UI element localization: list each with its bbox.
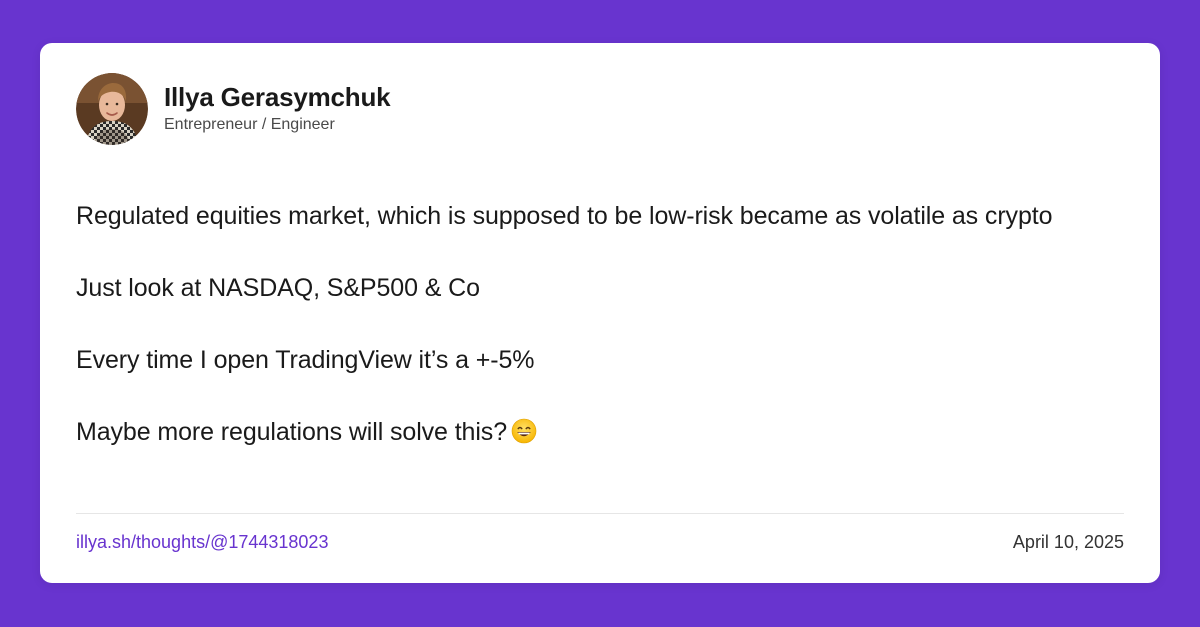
footer-divider xyxy=(76,513,1124,514)
post-paragraph: Regulated equities market, which is supp… xyxy=(76,202,1053,230)
author-header: Illya Gerasymchuk Entrepreneur / Enginee… xyxy=(76,73,391,145)
post-card: Illya Gerasymchuk Entrepreneur / Enginee… xyxy=(40,43,1160,583)
post-paragraph-last: Maybe more regulations will solve this? xyxy=(76,414,1106,450)
grinning-face-icon xyxy=(511,418,537,444)
post-paragraph-text: Maybe more regulations will solve this? xyxy=(76,418,508,446)
author-role: Entrepreneur / Engineer xyxy=(164,116,335,133)
author-name[interactable]: Illya Gerasymchuk xyxy=(164,82,391,112)
author-info: Illya Gerasymchuk Entrepreneur / Enginee… xyxy=(164,82,391,136)
permalink[interactable]: illya.sh/thoughts/@1744318023 xyxy=(76,530,328,554)
post-body: Regulated equities market, which is supp… xyxy=(76,198,1106,450)
post-paragraph: Every time I open TradingView it’s a +-5… xyxy=(76,346,535,374)
avatar[interactable] xyxy=(76,73,148,145)
post-paragraph: Just look at NASDAQ, S&P500 & Co xyxy=(76,274,480,302)
post-date: April 10, 2025 xyxy=(1012,532,1124,552)
